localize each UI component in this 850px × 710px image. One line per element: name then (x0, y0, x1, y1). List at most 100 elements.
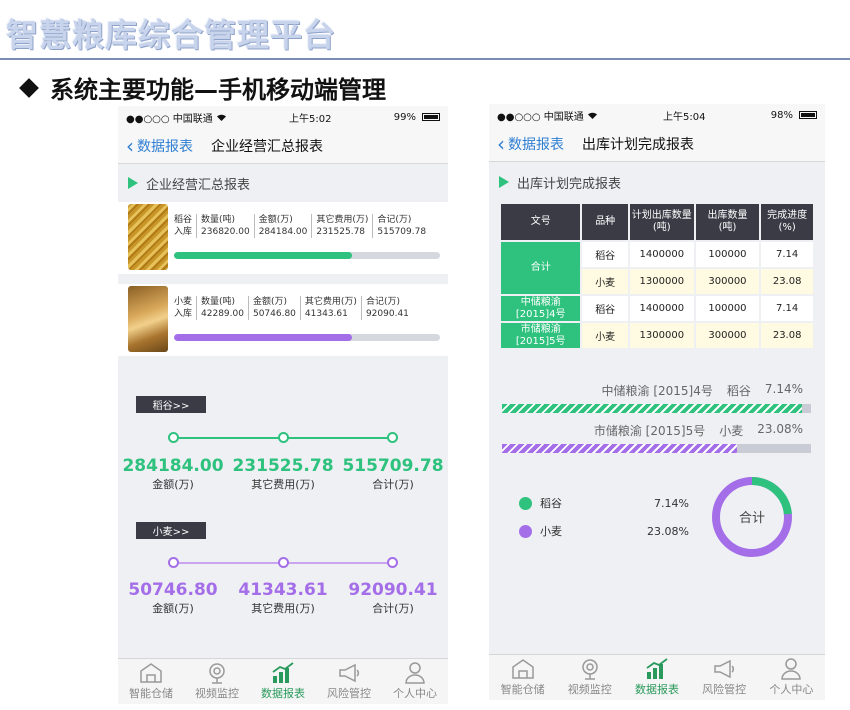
variety-cell: 稻谷 (582, 242, 628, 267)
tab-data-report[interactable]: 数据报表 (635, 658, 679, 697)
legend-item: 小麦 23.08% (519, 517, 689, 545)
tab-video-monitor[interactable]: 视频监控 (568, 658, 612, 697)
bar-chart-icon (272, 662, 294, 683)
summary-value: 284184.00 (122, 456, 224, 476)
progress-track (502, 404, 811, 413)
bar-percent: 23.08% (757, 422, 803, 436)
grain-type: 入库 (174, 309, 193, 319)
back-button[interactable]: ‹ 数据报表 (497, 134, 564, 154)
tab-risk-control[interactable]: 风险管控 (702, 658, 746, 697)
slide-title: 智慧粮库综合管理平台 (6, 16, 337, 54)
megaphone-icon (714, 659, 735, 679)
chevron-left-icon: ‹ (126, 133, 134, 158)
battery-icon (798, 111, 817, 119)
stat-label: 金额(万) (258, 215, 293, 225)
phone-screen-outbound-plan: ●●○○○ 中国联通 上午5:04 98% ‹ 数据报表 出库计划完成报表 出库计… (489, 104, 825, 700)
summary-label: 金额(万) (152, 602, 194, 615)
legend: 稻谷 7.14% 小麦 23.08% (519, 489, 689, 545)
stat-label: 金额(万) (252, 297, 287, 307)
grain-name: 小麦 (174, 297, 193, 307)
stat-label: 其它费用(万) (316, 215, 369, 225)
grain-name: 稻谷 (174, 215, 193, 225)
legend-dot-icon (519, 496, 532, 510)
section-heading-text: 系统主要功能—手机移动端管理 (50, 76, 386, 104)
navigation-bar: ‹ 数据报表 出库计划完成报表 (489, 126, 825, 162)
section-label: 出库计划完成报表 (489, 162, 825, 202)
section-label: 企业经营汇总报表 (118, 164, 448, 202)
grain-card-rice[interactable]: 稻谷 入库 数量(吨) 236820.00 金额(万) 284184.00 其它费用(… (118, 202, 448, 274)
legend-value: 7.14% (654, 496, 689, 510)
actual-cell: 100000 (695, 296, 760, 321)
timeline-dot-icon (278, 557, 289, 568)
bar-variety: 稻谷 (726, 384, 751, 398)
tab-data-report[interactable]: 数据报表 (261, 662, 305, 701)
legend-value: 23.08% (647, 524, 689, 538)
timeline-dot-icon (168, 432, 179, 443)
battery-percent: 99% (393, 111, 416, 123)
grain-card-wheat[interactable]: 小麦 入库 数量(吨) 42289.00 金额(万) 50746.80 其它费用(万)… (118, 284, 448, 356)
summary-value: 50746.80 (128, 580, 218, 600)
summary-label: 其它费用(万) (251, 602, 315, 615)
warehouse-icon (140, 663, 162, 683)
tab-personal-center[interactable]: 个人中心 (769, 658, 813, 697)
variety-cell: 小麦 (582, 323, 628, 348)
tab-label: 智能仓储 (500, 683, 545, 696)
timeline-dot-icon (278, 432, 289, 443)
tab-risk-control[interactable]: 风险管控 (327, 662, 371, 701)
section-label-text: 企业经营汇总报表 (146, 177, 251, 193)
wheat-image (128, 286, 168, 352)
table-row[interactable]: 合计 稻谷 1400000 100000 7.14 (501, 242, 813, 294)
diamond-bullet-icon (19, 78, 39, 98)
rice-summary-tag[interactable]: 稻谷>> (136, 396, 206, 413)
navigation-bar: ‹ 数据报表 企业经营汇总报表 (118, 128, 448, 164)
progress-track (174, 252, 440, 259)
tab-bar: 智能仓储 视频监控 数据报表 风险管控 个人中心 (118, 658, 448, 704)
summary-label: 其它费用(万) (251, 478, 315, 491)
legend-item: 稻谷 7.14% (519, 489, 689, 517)
plan-cell: 1400000 (629, 242, 694, 267)
status-bar: ●●○○○ 中国联通 上午5:02 99% (118, 106, 448, 128)
back-button-label: 数据报表 (137, 138, 193, 155)
tab-bar: 智能仓储 视频监控 数据报表 风险管控 个人中心 (489, 654, 825, 700)
stat-value: 515709.78 (377, 227, 427, 237)
tab-label: 智能仓储 (129, 687, 173, 700)
tab-label: 风险管控 (327, 687, 371, 700)
summary-value: 92090.41 (348, 580, 438, 600)
progress-cell: 23.08 (761, 269, 813, 294)
stat-label: 合记(万) (365, 297, 400, 307)
summary-panel: 稻谷>> 284184.00 金额(万) 231525.78 其它费用(万) 515… (118, 366, 448, 656)
section-label-text: 出库计划完成报表 (517, 176, 622, 192)
tab-label: 数据报表 (634, 683, 679, 696)
bar-doc: 市储粮渝 [2015]5号 (593, 424, 706, 438)
tab-personal-center[interactable]: 个人中心 (393, 662, 437, 701)
total-cell: 合计 (501, 242, 581, 294)
progress-cell: 7.14 (761, 296, 813, 321)
plan-cell: 1300000 (629, 323, 694, 348)
column-header: 出库数量 (吨) (695, 204, 760, 240)
tab-smart-storage[interactable]: 智能仓储 (129, 662, 173, 701)
wheat-summary-tag[interactable]: 小麦>> (136, 522, 206, 539)
progress-fill (502, 444, 737, 453)
progress-bar-wheat: 市储粮渝 [2015]5号 小麦 23.08% (502, 422, 811, 453)
wheat-dot-line (168, 557, 398, 568)
tab-video-monitor[interactable]: 视频监控 (195, 662, 239, 701)
timeline-dot-icon (387, 432, 398, 443)
stat-value: 92090.41 (365, 309, 409, 319)
tab-label: 视频监控 (195, 687, 239, 700)
progress-cell: 7.14 (761, 242, 813, 267)
back-button[interactable]: ‹ 数据报表 (126, 136, 193, 156)
progress-track (174, 334, 440, 341)
stat-value: 284184.00 (258, 227, 308, 237)
timeline-dot-icon (168, 557, 179, 568)
tab-label: 数据报表 (261, 687, 305, 700)
back-button-label: 数据报表 (508, 136, 564, 153)
table-row[interactable]: 市储粮渝 [2015]5号 小麦 1300000 300000 23.08 (501, 323, 813, 348)
tab-smart-storage[interactable]: 智能仓储 (501, 658, 545, 697)
stat-value: 42289.00 (201, 309, 244, 319)
variety-cell: 稻谷 (582, 296, 628, 321)
clock: 上午5:02 (289, 113, 332, 125)
outbound-plan-table: 文号 品种 计划出库数量 (吨) 出库数量 (吨) 完成进度 (%) 合计 稻谷… (499, 202, 815, 350)
table-row[interactable]: 中储粮渝 [2015]4号 稻谷 1400000 100000 7.14 (501, 296, 813, 321)
wifi-icon (216, 114, 226, 121)
stat-label: 数量(吨) (201, 297, 236, 307)
